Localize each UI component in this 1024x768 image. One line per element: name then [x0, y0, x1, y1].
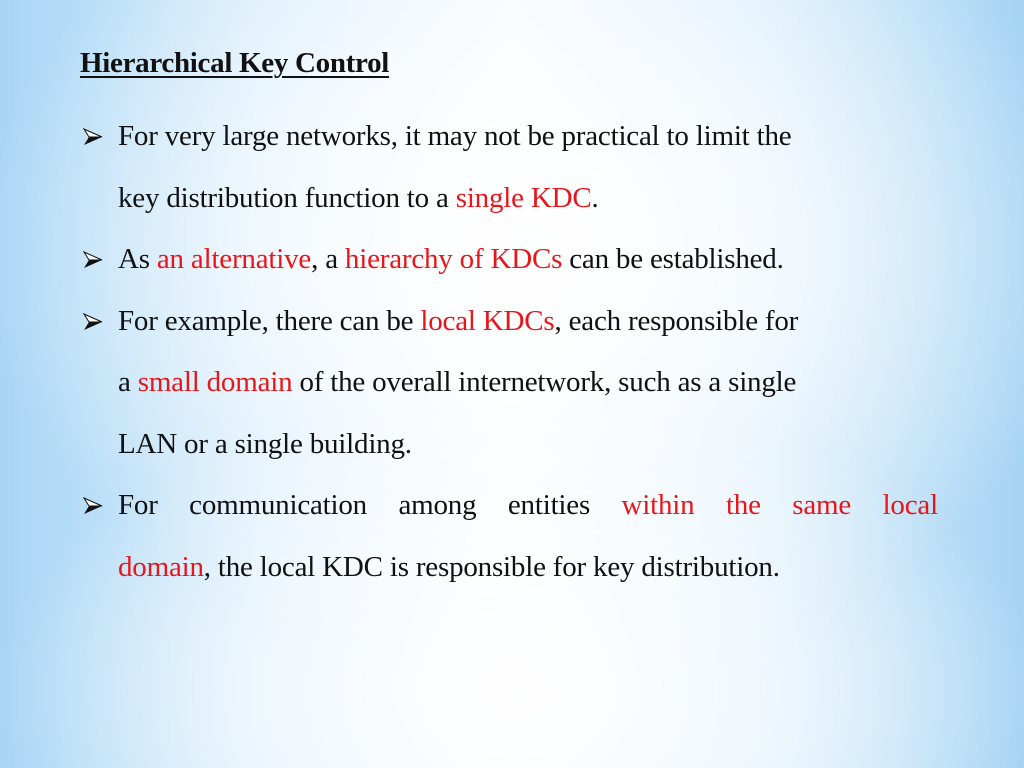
- bullet-line: a small domain of the overall internetwo…: [118, 352, 938, 414]
- highlighted-word: local: [882, 489, 939, 521]
- bullet-line: domain, the local KDC is responsible for…: [118, 537, 938, 599]
- arrowhead-bullet-icon: [83, 251, 103, 268]
- text-segment: a: [118, 366, 138, 398]
- text-segment: can be established.: [562, 243, 784, 275]
- arrowhead-bullet-icon: [83, 312, 103, 330]
- bullet-line: For example, there can be local KDCs, ea…: [118, 291, 938, 353]
- text-segment: For example, there can be: [118, 304, 421, 337]
- word: For: [118, 489, 158, 521]
- text-segment: of the overall internetwork, such as a s…: [292, 366, 797, 398]
- bullet-item: For communication among entities within the sa…: [80, 475, 938, 598]
- highlighted-word: within: [621, 489, 695, 521]
- highlighted-word: same: [792, 489, 852, 521]
- slide: Hierarchical Key Control For very large …: [0, 0, 1024, 768]
- word: among: [398, 489, 477, 521]
- bullet-list: For very large networks, it may not be p…: [80, 106, 938, 598]
- bullet-item: For example, there can be local KDCs, ea…: [80, 291, 938, 476]
- bullet-line: As an alternative, a hierarchy of KDCs c…: [118, 229, 938, 291]
- bullet-item: For very large networks, it may not be p…: [80, 106, 938, 229]
- highlighted-text: an alternative: [156, 243, 312, 275]
- text-segment: .: [591, 181, 599, 214]
- bullet-line: LAN or a single building.: [118, 414, 938, 476]
- word: entities: [507, 489, 591, 521]
- bullet-line: key distribution function to a single KD…: [118, 168, 938, 230]
- text-segment: For very large networks, it may not be p…: [118, 120, 792, 152]
- highlighted-text: domain: [118, 550, 204, 583]
- arrowhead-bullet-icon: [83, 497, 103, 514]
- highlighted-word: the: [725, 489, 761, 521]
- text-segment: As: [118, 243, 157, 275]
- slide-title: Hierarchical Key Control: [80, 47, 390, 79]
- text-segment: , the local KDC is responsible for key d…: [203, 550, 780, 583]
- highlighted-text: small domain: [137, 366, 293, 398]
- text-segment: , a: [311, 243, 345, 275]
- text-segment: LAN or a single building.: [118, 427, 412, 460]
- bullet-line: For very large networks, it may not be p…: [118, 106, 938, 168]
- highlighted-text: local KDCs: [420, 304, 555, 337]
- word: communication: [189, 489, 367, 521]
- arrowhead-bullet-icon: [83, 128, 103, 145]
- highlighted-text: hierarchy of KDCs: [344, 243, 563, 275]
- text-segment: , each responsible for: [554, 304, 799, 337]
- bullet-line: For communication among entities within the sa…: [118, 475, 938, 537]
- bullet-item: As an alternative, a hierarchy of KDCs c…: [80, 229, 938, 291]
- text-segment: key distribution function to a: [118, 181, 456, 214]
- highlighted-text: single KDC: [455, 181, 592, 214]
